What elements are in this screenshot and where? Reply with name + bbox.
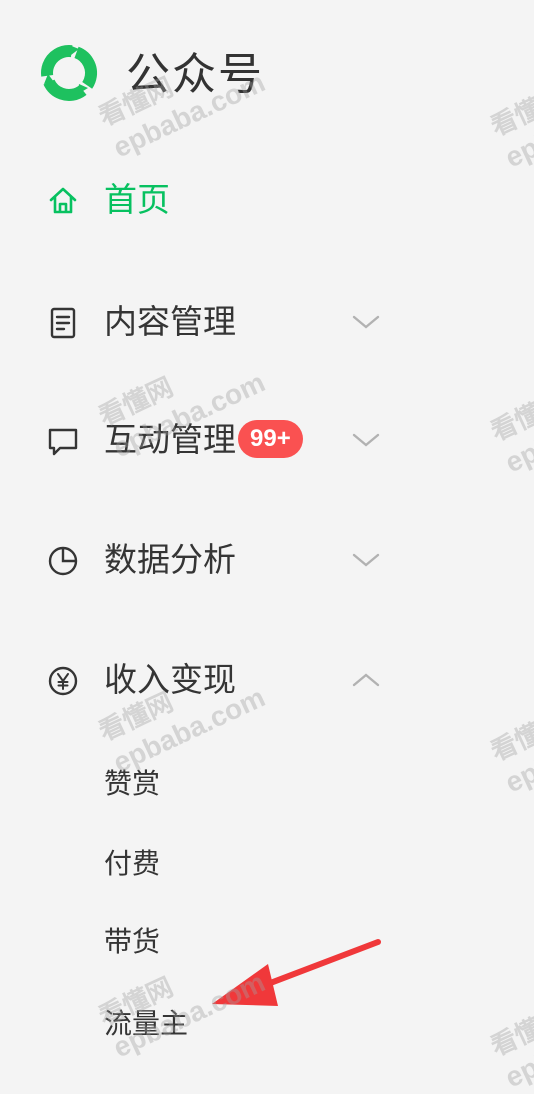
watermark: 看懂网 epbaba.com — [486, 76, 534, 174]
nav-item-content-management[interactable]: 内容管理 — [0, 292, 430, 352]
nav-label-data-analytics: 数据分析 — [104, 540, 236, 579]
nav-item-monetization[interactable]: 收入变现 — [0, 650, 430, 710]
chevron-up-icon[interactable] — [350, 666, 382, 694]
watermark: 看懂网 epbaba.com — [486, 381, 534, 479]
sub-item-product-sales[interactable]: 带货 — [104, 922, 160, 962]
wechat-official-account-logo — [41, 45, 97, 101]
yen-circle-icon — [48, 666, 78, 696]
nav-label-content-management: 内容管理 — [104, 302, 236, 341]
document-icon — [50, 307, 76, 339]
nav-label-interaction-management: 互动管理 — [104, 420, 236, 459]
sub-item-appreciation[interactable]: 赞赏 — [104, 764, 160, 804]
chevron-down-icon[interactable] — [350, 426, 382, 454]
annotation-arrow — [212, 939, 381, 1006]
chevron-down-icon[interactable] — [350, 546, 382, 574]
nav-label-monetization: 收入变现 — [104, 660, 236, 699]
chat-bubble-icon — [48, 428, 78, 456]
sub-item-ad-publisher[interactable]: 流量主 — [104, 1004, 188, 1044]
brand-name: 公众号 — [126, 49, 264, 100]
nav-item-home[interactable]: 首页 — [0, 170, 430, 230]
nav-label-home: 首页 — [104, 180, 170, 219]
pie-chart-icon — [48, 546, 78, 576]
unread-count-badge: 99+ — [238, 420, 303, 458]
sub-item-paid-content[interactable]: 付费 — [104, 844, 160, 884]
watermark: 看懂网 epbaba.com — [486, 701, 534, 799]
nav-item-interaction-management[interactable]: 互动管理 99+ — [0, 410, 430, 470]
watermark: 看懂网 epbaba.com — [486, 996, 534, 1094]
home-icon — [49, 187, 77, 214]
nav-item-data-analytics[interactable]: 数据分析 — [0, 530, 430, 590]
chevron-down-icon[interactable] — [350, 308, 382, 336]
